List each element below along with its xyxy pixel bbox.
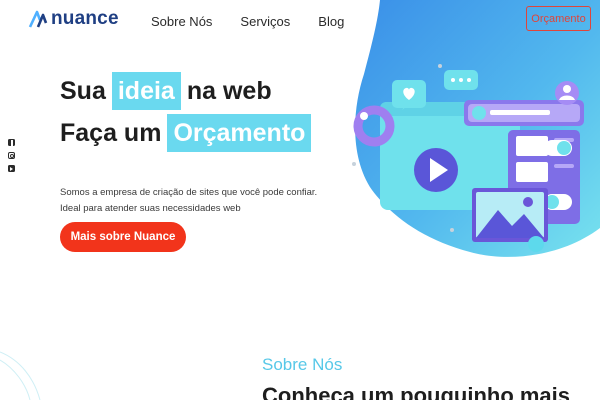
main-nav: Sobre Nós Serviços Blog — [151, 14, 344, 29]
brand-logo[interactable]: nuance — [28, 8, 119, 30]
site-header: nuance Sobre Nós Serviços Blog Orçamento — [0, 0, 600, 42]
dot-decoration — [438, 64, 442, 68]
profile-card-illustration — [464, 81, 584, 126]
nav-blog[interactable]: Blog — [318, 14, 344, 29]
dot-decoration — [450, 228, 454, 232]
dot-decoration — [352, 162, 356, 166]
chat-bubble-icon — [444, 70, 478, 90]
nav-servicos[interactable]: Serviços — [240, 14, 290, 29]
image-card-icon — [472, 188, 548, 252]
hero-line-2-prefix: Faça um — [60, 118, 162, 147]
hero-description: Somos a empresa de criação de sites que … — [60, 185, 320, 217]
youtube-icon[interactable] — [8, 165, 15, 172]
hero-line-1-prefix: Sua — [60, 76, 106, 105]
about-eyebrow: Sobre Nós — [262, 355, 343, 374]
more-about-button[interactable]: Mais sobre Nuance — [60, 222, 186, 252]
nav-sobre-nos[interactable]: Sobre Nós — [151, 14, 212, 29]
facebook-icon[interactable] — [8, 139, 15, 146]
social-links — [8, 139, 16, 172]
hero-description-line-2: Ideal para atender suas necessidades web — [60, 203, 241, 214]
hero-line-2: Faça um Orçamento — [60, 112, 317, 154]
quote-button[interactable]: Orçamento — [526, 6, 591, 31]
hero-highlight-orcamento: Orçamento — [167, 114, 312, 152]
heart-bubble-icon — [392, 80, 426, 110]
hero-heading: Sua ideia na web Faça um Orçamento — [60, 70, 317, 154]
instagram-icon[interactable] — [8, 152, 15, 159]
brand-name: nuance — [51, 8, 119, 29]
hero-highlight-ideia: ideia — [111, 72, 181, 110]
about-title: Conheça um pouquinho mais — [262, 383, 571, 400]
hero-line-1: Sua ideia na web — [60, 70, 317, 112]
hero-description-line-1: Somos a empresa de criação de sites que … — [60, 187, 318, 198]
hero-line-1-suffix: na web — [186, 76, 272, 105]
nuance-logo-icon — [28, 10, 48, 28]
hero-illustration — [352, 64, 584, 252]
